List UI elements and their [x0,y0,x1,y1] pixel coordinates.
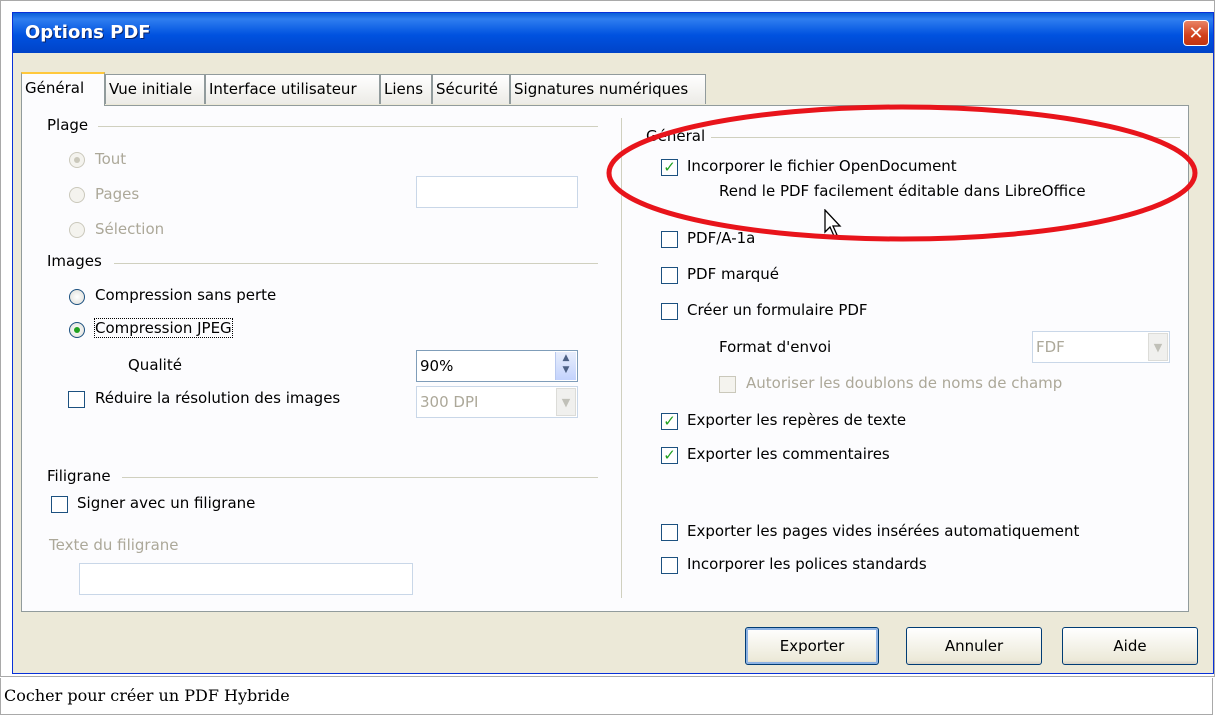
embed-standard-fonts-label: Incorporer les polices standards [687,555,927,573]
quality-label: Qualité [128,356,182,374]
tagged-pdf-label: PDF marqué [687,265,779,283]
spin-arrows-icon[interactable]: ▲ ▼ [555,352,576,380]
group-divider [114,263,598,264]
title-bar[interactable]: Options PDF ✕ [13,13,1213,53]
tab-user-interface[interactable]: Interface utilisateur [205,74,380,104]
dropdown-arrow-icon[interactable]: ▼ [1148,333,1168,361]
export-button[interactable]: Exporter [745,627,879,665]
submit-format-dropdown[interactable]: FDF ▼ [1032,331,1170,363]
radio-selection[interactable] [69,222,85,238]
tab-links[interactable]: Liens [380,74,432,104]
export-blank-pages-label: Exporter les pages vides insérées automa… [687,522,1080,540]
watermark-checkbox[interactable] [51,496,68,513]
cancel-button[interactable]: Annuler [906,627,1042,665]
quality-value: 90% [420,357,454,375]
export-bookmarks-label: Exporter les repères de texte [687,411,907,429]
highlight-ellipse [606,104,1198,242]
watermark-checkbox-label: Signer avec un filigrane [77,494,256,512]
watermark-text-label: Texte du filigrane [49,536,179,554]
close-icon[interactable]: ✕ [1183,20,1209,46]
create-form-checkbox[interactable] [661,303,678,320]
export-comments-label: Exporter les commentaires [687,445,890,463]
group-divider [122,477,598,478]
submit-format-label: Format d'envoi [719,338,832,356]
range-group-title: Plage [47,116,95,134]
create-form-label: Créer un formulaire PDF [687,301,868,319]
watermark-text-input[interactable] [79,563,413,595]
help-button[interactable]: Aide [1062,627,1198,665]
radio-lossless[interactable] [69,289,85,305]
image-caption: Cocher pour créer un PDF Hybride [0,678,1213,715]
caption-text: Cocher pour créer un PDF Hybride [4,686,290,705]
radio-lossless-label: Compression sans perte [95,286,277,304]
radio-selection-label: Sélection [95,220,165,238]
radio-all-label: Tout [95,150,127,168]
window-title: Options PDF [25,22,151,43]
allow-duplicates-checkbox[interactable] [719,376,736,393]
quality-spinbox[interactable]: 90% ▲ ▼ [416,350,578,382]
export-bookmarks-checkbox[interactable]: ✓ [661,413,678,430]
radio-jpeg-label: Compression JPEG [94,318,233,338]
allow-duplicates-label: Autoriser les doublons de noms de champ [746,374,1063,392]
embed-standard-fonts-checkbox[interactable] [661,557,678,574]
tab-initial-view[interactable]: Vue initiale [105,74,205,104]
group-divider [98,126,598,127]
tab-security[interactable]: Sécurité [432,74,510,104]
resolution-dropdown[interactable]: 300 DPI ▼ [416,386,578,418]
export-comments-checkbox[interactable]: ✓ [661,447,678,464]
export-blank-pages-checkbox[interactable] [661,524,678,541]
radio-pages-label: Pages [95,185,140,203]
radio-pages[interactable] [69,187,85,203]
reduce-resolution-checkbox[interactable] [68,391,85,408]
reduce-resolution-label: Réduire la résolution des images [95,389,341,407]
watermark-group-title: Filigrane [47,467,117,485]
dropdown-arrow-icon[interactable]: ▼ [556,388,576,416]
radio-jpeg[interactable] [69,322,85,338]
resolution-value: 300 DPI [420,393,479,411]
images-group-title: Images [47,252,108,270]
tagged-pdf-checkbox[interactable] [661,267,678,284]
radio-all[interactable] [69,152,85,168]
pages-input[interactable] [416,176,578,208]
tab-general[interactable]: Général [21,72,105,106]
submit-format-value: FDF [1036,338,1065,356]
